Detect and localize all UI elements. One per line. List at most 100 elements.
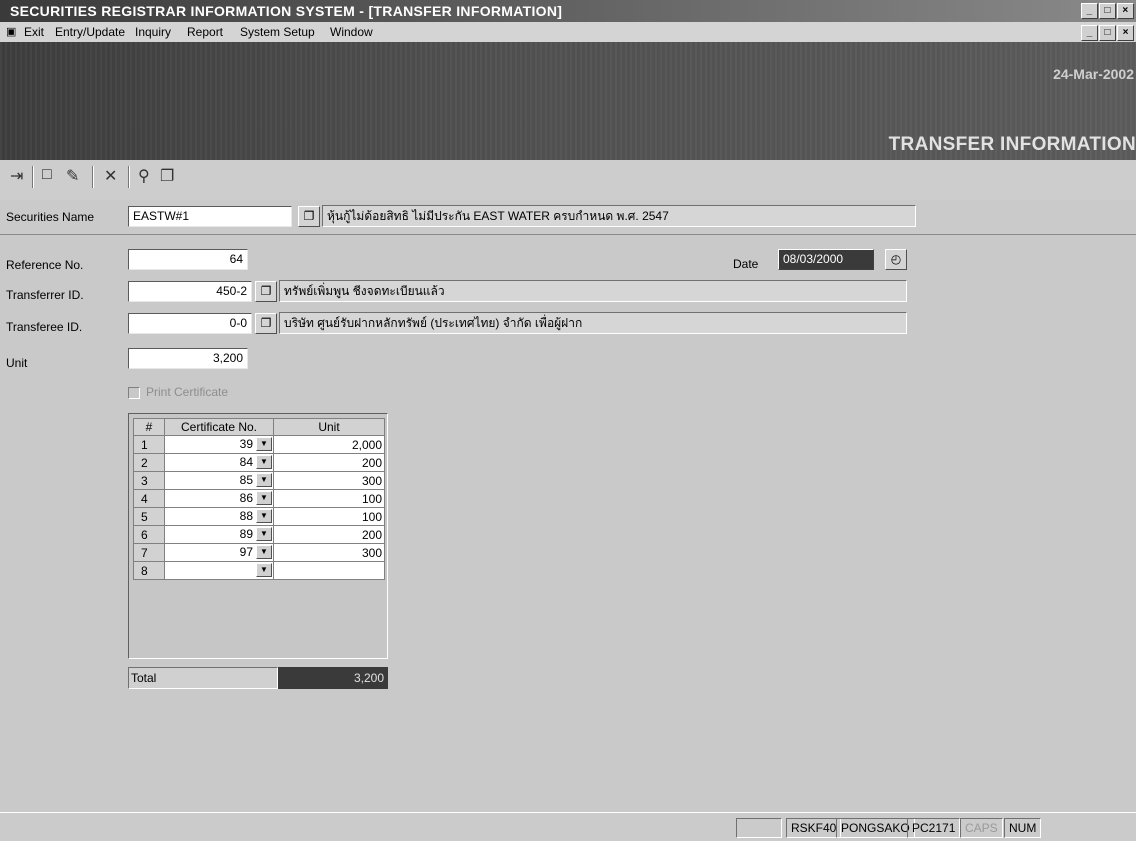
menu-exit[interactable]: Exit (24, 25, 44, 39)
current-date: 24-Mar-2002 (1053, 66, 1134, 82)
toolbar-separator (32, 166, 34, 188)
certificate-cell[interactable]: 89 ▼ (164, 525, 274, 544)
lookup-icon: ❐ (303, 209, 315, 223)
row-number: 1 (133, 435, 165, 454)
col-header-index: # (133, 418, 165, 436)
table-row: 8 ▼ (133, 561, 385, 580)
system-menu-icon[interactable]: ▣ (6, 25, 16, 38)
toolbar: ⇥ □ ✎ ✕ ⚲ ❐ (0, 160, 1136, 201)
maximize-button[interactable]: □ (1099, 3, 1116, 19)
menu-report[interactable]: Report (187, 25, 223, 39)
window-controls: _ □ × (1080, 3, 1134, 19)
find-binoculars-icon[interactable]: ⚲ (138, 166, 150, 186)
row-number: 5 (133, 507, 165, 526)
new-document-icon[interactable]: □ (42, 166, 52, 184)
row-number: 6 (133, 525, 165, 544)
col-header-unit: Unit (273, 418, 385, 436)
date-picker-button[interactable]: ◴ (885, 249, 907, 270)
chevron-down-icon[interactable]: ▼ (256, 455, 272, 469)
status-num: NUM (1004, 818, 1042, 838)
certificate-value: 88 (239, 509, 253, 523)
row-number: 3 (133, 471, 165, 490)
transferrer-lookup-button[interactable]: ❐ (255, 281, 277, 302)
transferee-id-label: Transferee ID. (6, 320, 83, 334)
certificate-cell[interactable]: 88 ▼ (164, 507, 274, 526)
certificate-table: # Certificate No. Unit 1 39 ▼ 2,000 2 84 ▼… (133, 418, 385, 580)
status-bar: RSKF40 PONGSAKO PC2171 CAPS NUM (0, 812, 1136, 841)
chevron-down-icon[interactable]: ▼ (256, 509, 272, 523)
exit-door-icon[interactable]: ⇥ (10, 166, 23, 186)
toolbar-separator (92, 166, 94, 188)
unit-cell[interactable]: 100 (273, 489, 385, 508)
transferrer-id-input[interactable]: 450-2 (128, 281, 252, 302)
delete-icon[interactable]: ✕ (104, 166, 117, 186)
clock-icon: ◴ (890, 252, 902, 266)
securities-name-label: Securities Name (6, 210, 95, 224)
menu-entry-update[interactable]: Entry/Update (55, 25, 125, 39)
certificate-cell[interactable]: ▼ (164, 561, 274, 580)
unit-cell[interactable] (273, 561, 385, 580)
status-workstation: RSKF40 (786, 818, 842, 838)
row-number: 2 (133, 453, 165, 472)
total-row: Total 3,200 (128, 667, 388, 689)
securities-row: Securities Name EASTW#1 ❐ หุ้นกู้ไม่ด้อย… (0, 200, 1136, 235)
certificate-cell[interactable]: 85 ▼ (164, 471, 274, 490)
transferee-lookup-button[interactable]: ❐ (255, 313, 277, 334)
status-cell-empty (736, 818, 782, 838)
row-number: 7 (133, 543, 165, 562)
lookup-icon[interactable]: ❐ (160, 166, 174, 186)
reference-no-input[interactable]: 64 (128, 249, 248, 270)
unit-input[interactable]: 3,200 (128, 348, 248, 369)
certificate-value: 85 (239, 473, 253, 487)
certificate-value: 86 (239, 491, 253, 505)
status-caps: CAPS (960, 818, 1003, 838)
chevron-down-icon[interactable]: ▼ (256, 437, 272, 451)
certificate-cell[interactable]: 84 ▼ (164, 453, 274, 472)
chevron-down-icon[interactable]: ▼ (256, 473, 272, 487)
total-label: Total (128, 667, 278, 689)
transferrer-description: ทรัพย์เพิ่มพูน ชีงจดทะเบียนแล้ว (279, 280, 907, 302)
certificate-cell[interactable]: 86 ▼ (164, 489, 274, 508)
unit-cell[interactable]: 100 (273, 507, 385, 526)
window-title: SECURITIES REGISTRAR INFORMATION SYSTEM … (10, 3, 563, 19)
lookup-icon: ❐ (260, 284, 272, 298)
menu-bar: ▣ Exit Entry/Update Inquiry Report Syste… (0, 22, 1136, 42)
minimize-button[interactable]: _ (1081, 3, 1098, 19)
unit-cell[interactable]: 2,000 (273, 435, 385, 454)
chevron-down-icon[interactable]: ▼ (256, 491, 272, 505)
securities-description: หุ้นกู้ไม่ด้อยสิทธิ ไม่มีประกัน EAST WAT… (322, 205, 916, 227)
table-row: 6 89 ▼ 200 (133, 525, 385, 544)
menu-inquiry[interactable]: Inquiry (135, 25, 171, 39)
menu-system-setup[interactable]: System Setup (240, 25, 315, 39)
unit-cell[interactable]: 200 (273, 525, 385, 544)
chevron-down-icon[interactable]: ▼ (256, 545, 272, 559)
unit-label: Unit (6, 356, 28, 370)
unit-cell[interactable]: 200 (273, 453, 385, 472)
table-row: 3 85 ▼ 300 (133, 471, 385, 490)
transferee-id-input[interactable]: 0-0 (128, 313, 252, 334)
securities-name-input[interactable]: EASTW#1 (128, 206, 292, 227)
close-button[interactable]: × (1117, 3, 1134, 19)
unit-cell[interactable]: 300 (273, 471, 385, 490)
child-minimize-button[interactable]: _ (1081, 25, 1098, 41)
col-header-certificate: Certificate No. (164, 418, 274, 436)
unit-cell[interactable]: 300 (273, 543, 385, 562)
certificate-cell[interactable]: 39 ▼ (164, 435, 274, 454)
chevron-down-icon[interactable]: ▼ (256, 563, 272, 577)
securities-lookup-button[interactable]: ❐ (298, 206, 320, 227)
certificate-grid: # Certificate No. Unit 1 39 ▼ 2,000 2 84 ▼… (128, 413, 388, 659)
date-input[interactable]: 08/03/2000 (778, 249, 874, 270)
child-maximize-button[interactable]: □ (1099, 25, 1116, 41)
lookup-icon: ❐ (260, 316, 272, 330)
table-row: 5 88 ▼ 100 (133, 507, 385, 526)
menu-window[interactable]: Window (330, 25, 373, 39)
table-row: 4 86 ▼ 100 (133, 489, 385, 508)
child-close-button[interactable]: × (1117, 25, 1134, 41)
edit-pencil-icon[interactable]: ✎ (66, 166, 79, 186)
chevron-down-icon[interactable]: ▼ (256, 527, 272, 541)
certificate-value: 89 (239, 527, 253, 541)
certificate-cell[interactable]: 97 ▼ (164, 543, 274, 562)
print-certificate-checkbox[interactable] (128, 387, 140, 399)
table-row: 7 97 ▼ 300 (133, 543, 385, 562)
table-row: 2 84 ▼ 200 (133, 453, 385, 472)
